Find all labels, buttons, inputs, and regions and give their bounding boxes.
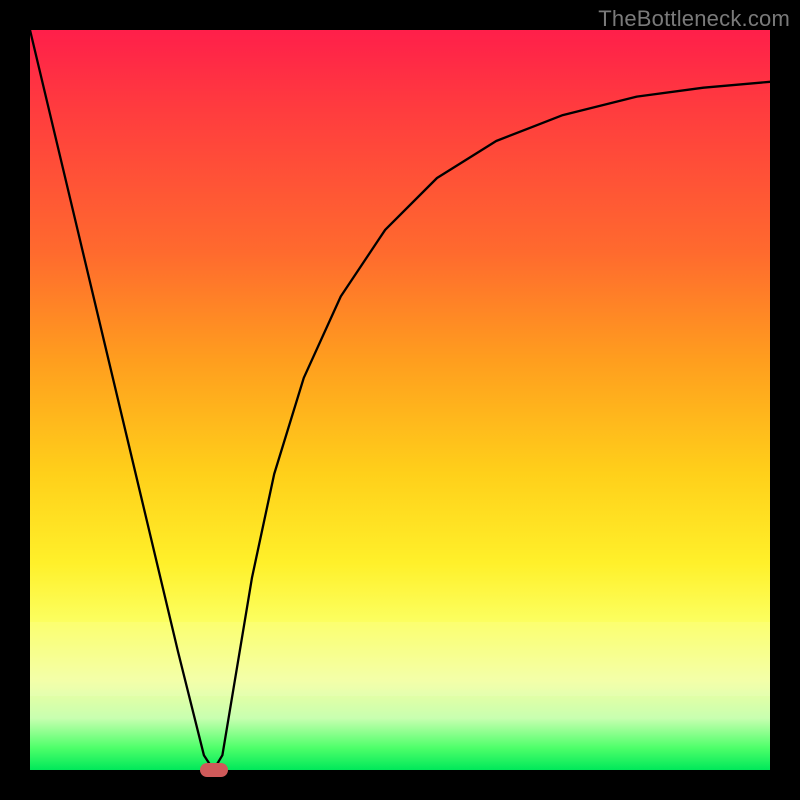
watermark-text: TheBottleneck.com: [598, 6, 790, 32]
minimum-marker: [200, 763, 228, 777]
chart-curve: [30, 30, 770, 770]
chart-frame: TheBottleneck.com: [0, 0, 800, 800]
